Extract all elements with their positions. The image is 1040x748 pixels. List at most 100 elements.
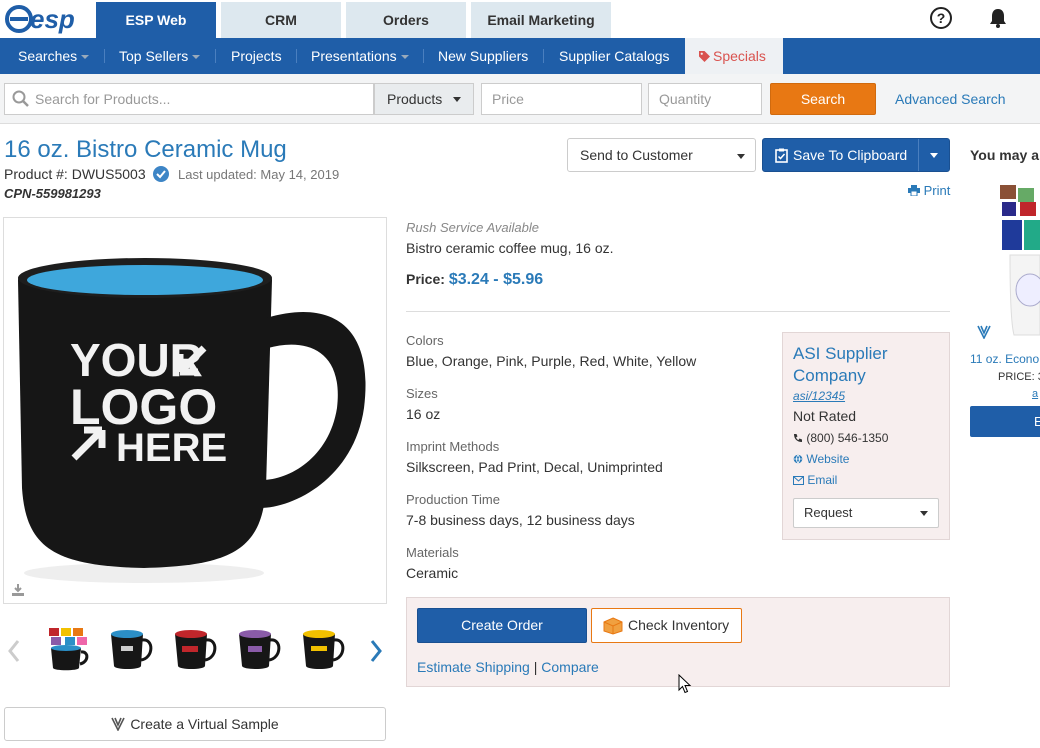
check-inventory-label: Check Inventory (628, 617, 730, 633)
imprint-methods-value: Silkscreen, Pad Print, Decal, Unimprinte… (406, 459, 663, 475)
supplier-phone: (800) 546-1350 (793, 431, 888, 445)
nav-presentations-label: Presentations (311, 48, 397, 64)
product-description: Bistro ceramic coffee mug, 16 oz. (406, 240, 614, 256)
product-main-image[interactable]: YOUR LOGO HERE (3, 217, 387, 604)
nav-divider (104, 49, 105, 63)
request-label: Request (804, 505, 853, 520)
thumbnail[interactable] (300, 626, 346, 672)
tab-esp-web[interactable]: ESP Web (96, 2, 216, 38)
thumbnail-image (239, 630, 281, 669)
bell-icon[interactable] (986, 6, 1010, 30)
nav-presentations[interactable]: Presentations (311, 38, 409, 74)
thumbnail[interactable] (45, 626, 91, 672)
top-bar: esp ESP Web CRM Orders Email Marketing ? (0, 0, 1040, 38)
search-button[interactable]: Search (770, 83, 876, 115)
download-icon[interactable] (11, 583, 25, 597)
product-title: 16 oz. Bistro Ceramic Mug (4, 136, 287, 163)
thumbnail[interactable] (236, 626, 282, 672)
request-select[interactable]: Request (793, 498, 939, 528)
divider (406, 311, 950, 312)
thumbnail[interactable] (108, 626, 154, 672)
supplier-asi-number[interactable]: asi/12345 (793, 389, 845, 403)
nav-top-sellers[interactable]: Top Sellers (119, 38, 201, 74)
tab-orders[interactable]: Orders (346, 2, 466, 38)
supplier-website-link[interactable]: Website (793, 452, 849, 466)
esp-logo[interactable]: esp (4, 2, 84, 36)
send-to-customer-label: Send to Customer (580, 147, 693, 163)
print-icon (908, 185, 920, 197)
clipboard-icon (775, 148, 788, 163)
virtual-sample-icon[interactable] (977, 325, 991, 339)
envelope-icon (793, 476, 804, 485)
related-product-price: PRICE: 3 (998, 371, 1040, 383)
search-input[interactable]: Search for Products... (4, 83, 374, 115)
advanced-search-link[interactable]: Advanced Search (895, 91, 1006, 107)
supplier-email-link[interactable]: Email (793, 473, 837, 487)
supplier-name[interactable]: ASI Supplier Company (793, 343, 943, 387)
search-bar: Search for Products... Products Price Qu… (0, 74, 1040, 124)
virtual-sample-label: Create a Virtual Sample (130, 716, 279, 732)
chevron-down-icon[interactable] (930, 153, 938, 158)
check-inventory-button[interactable]: Check Inventory (591, 608, 742, 643)
create-virtual-sample-button[interactable]: Create a Virtual Sample (4, 707, 386, 741)
chevron-down-icon (81, 55, 90, 60)
colors-value: Blue, Orange, Pink, Purple, Red, White, … (406, 353, 697, 369)
rush-service: Rush Service Available (406, 220, 539, 235)
thumbnail[interactable] (172, 626, 218, 672)
price-row: Price: $3.24 - $5.96 (406, 271, 543, 289)
materials-label: Materials (406, 545, 459, 560)
compare-link[interactable]: Compare (541, 659, 599, 675)
thumbnail-image (175, 630, 217, 669)
chevron-down-icon (920, 511, 928, 516)
production-time-value: 7-8 business days, 12 business days (406, 512, 635, 528)
print-link[interactable]: Print (908, 183, 950, 198)
search-icon (12, 90, 29, 107)
tag-icon (699, 51, 710, 62)
tab-email-marketing[interactable]: Email Marketing (471, 2, 611, 38)
cpn-number: CPN-559981293 (4, 186, 101, 201)
verified-icon (153, 166, 169, 182)
create-order-button[interactable]: Create Order (417, 608, 587, 643)
related-product-name[interactable]: 11 oz. Econo (970, 352, 1039, 366)
supplier-website-label: Website (806, 452, 850, 466)
box-icon (603, 617, 623, 635)
related-product-link[interactable]: a (1032, 388, 1038, 400)
link-separator: | (533, 659, 538, 675)
price-input[interactable]: Price (481, 83, 642, 115)
product-number: Product #: DWUS5003 (4, 166, 146, 182)
quantity-input[interactable]: Quantity (648, 83, 762, 115)
chevron-down-icon (192, 55, 201, 60)
mouse-cursor-icon (678, 674, 692, 694)
nav-supplier-catalogs[interactable]: Supplier Catalogs (559, 38, 670, 74)
save-to-clipboard-label: Save To Clipboard (793, 147, 908, 163)
imprint-methods-label: Imprint Methods (406, 439, 500, 454)
supplier-rating: Not Rated (793, 408, 857, 424)
thumbnail-image (49, 628, 89, 671)
save-to-clipboard-button[interactable]: Save To Clipboard (762, 138, 950, 172)
colors-label: Colors (406, 333, 444, 348)
nav-projects[interactable]: Projects (231, 38, 282, 74)
print-label: Print (923, 183, 951, 198)
thumbnail-image (111, 630, 153, 669)
chevron-right-icon[interactable] (367, 638, 385, 664)
phone-icon (794, 434, 802, 442)
related-product-button[interactable]: E (970, 406, 1040, 437)
sizes-label: Sizes (406, 386, 438, 401)
virtual-sample-icon (111, 717, 126, 732)
tab-crm[interactable]: CRM (221, 2, 341, 38)
nav-divider (423, 49, 424, 63)
mug-image: YOUR LOGO HERE (18, 258, 366, 583)
nav-specials[interactable]: Specials (685, 38, 783, 74)
nav-new-suppliers[interactable]: New Suppliers (438, 38, 528, 74)
send-to-customer-button[interactable]: Send to Customer (567, 138, 756, 172)
you-may-also-like-heading: You may a (970, 147, 1039, 163)
search-type-value: Products (387, 91, 443, 107)
chevron-left-icon[interactable] (5, 638, 23, 664)
nav-searches-label: Searches (18, 48, 78, 64)
nav-searches[interactable]: Searches (18, 38, 90, 74)
related-product-image[interactable] (990, 180, 1040, 340)
last-updated: Last updated: May 14, 2019 (178, 167, 340, 182)
help-icon[interactable]: ? (929, 6, 953, 30)
search-type-select[interactable]: Products (374, 83, 474, 115)
estimate-shipping-link[interactable]: Estimate Shipping (417, 659, 530, 675)
